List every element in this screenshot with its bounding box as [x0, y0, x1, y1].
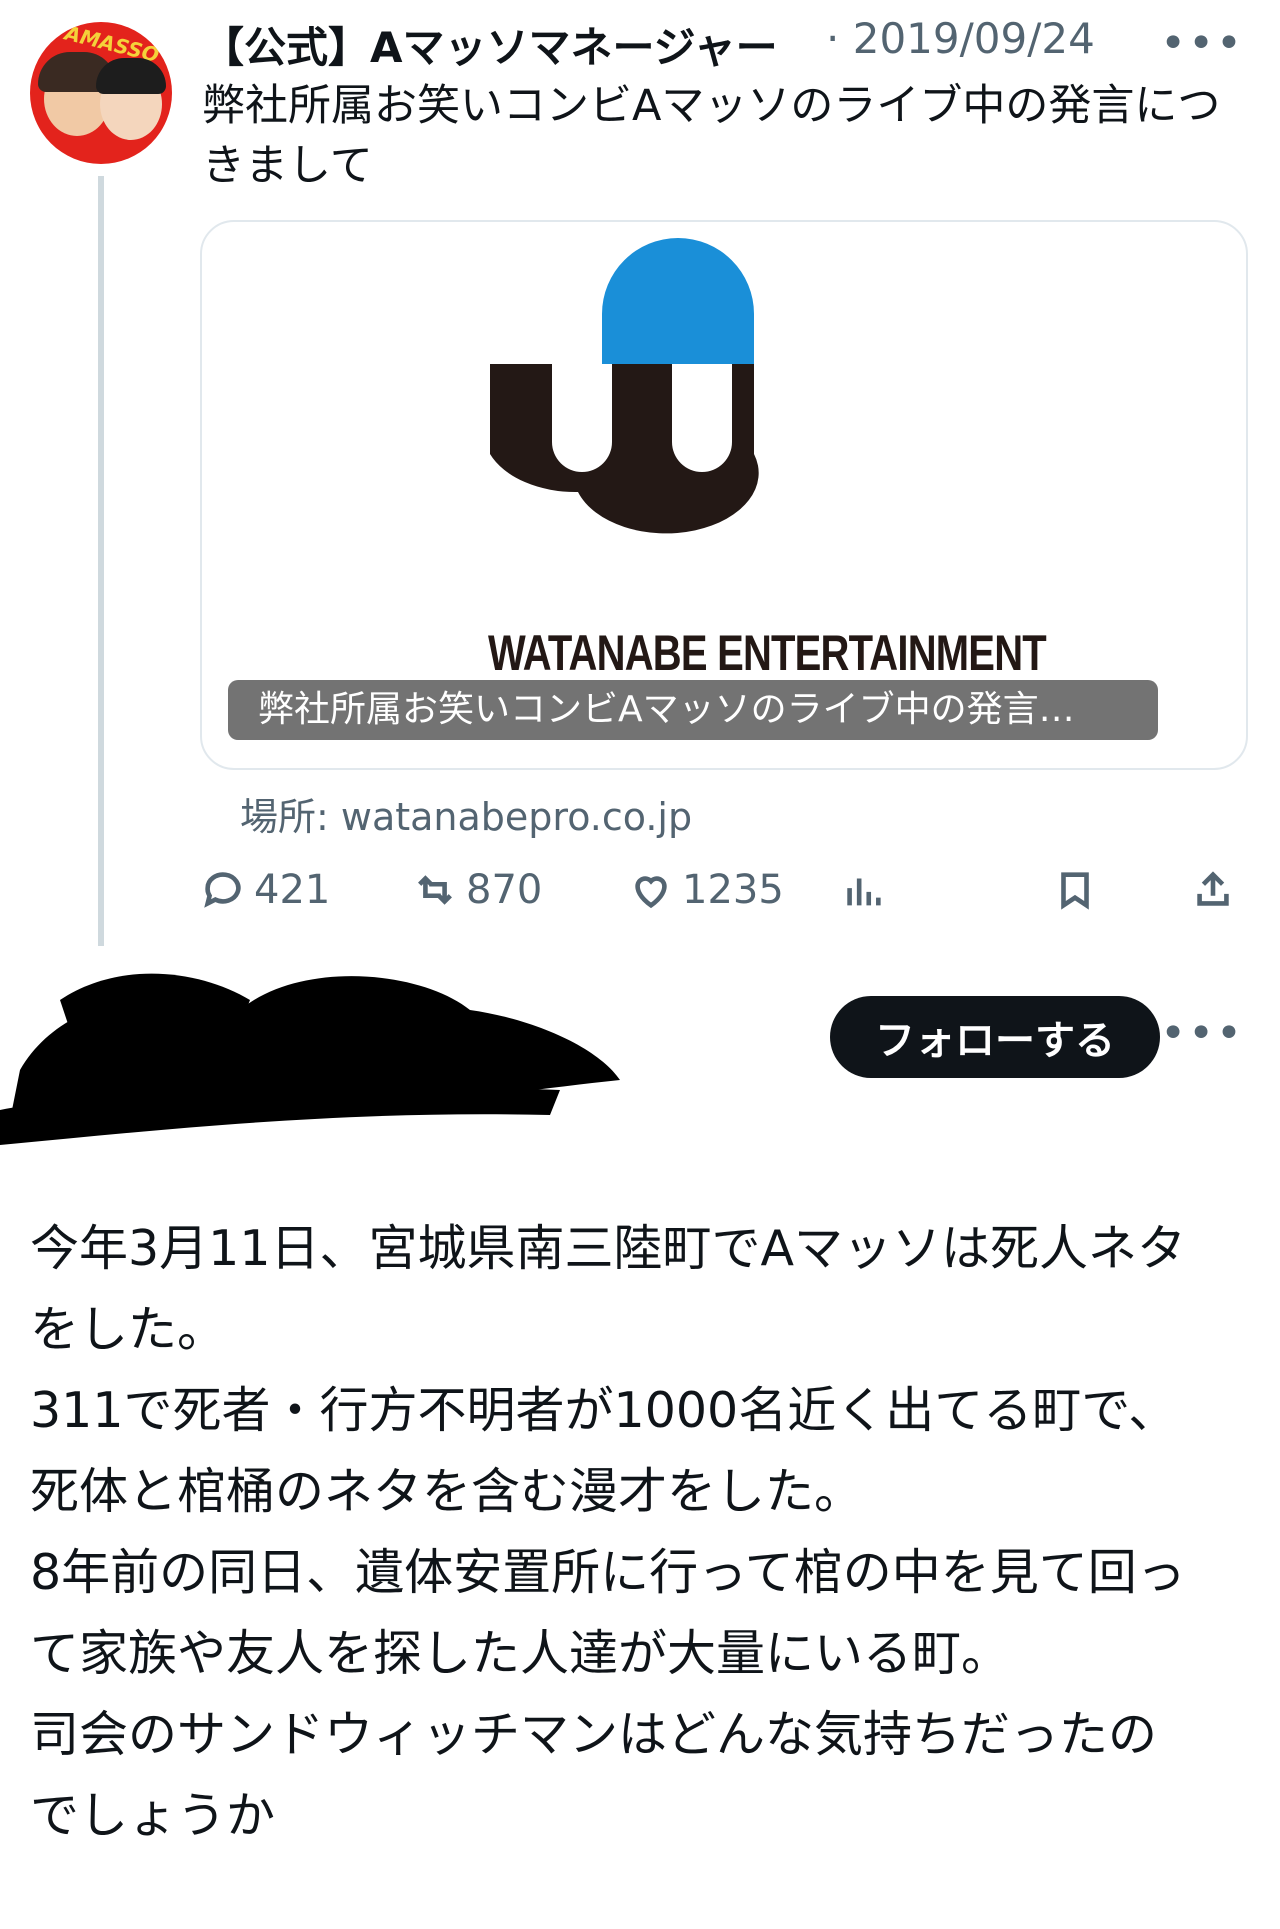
- reply-count: 421: [254, 867, 331, 913]
- author-name[interactable]: 【公式】Aマッソマネージャー: [202, 14, 778, 75]
- link-card[interactable]: WATANABE ENTERTAINMENT 弊社所属お笑いコンビAマッソのライ…: [200, 220, 1248, 770]
- meta-separator: ·: [826, 14, 840, 63]
- reply-button[interactable]: 421: [200, 858, 330, 922]
- card-wordmark: WATANABE ENTERTAINMENT: [488, 625, 1047, 681]
- bookmark-icon: [1061, 872, 1089, 910]
- reply-icon: [204, 872, 241, 908]
- more-icon[interactable]: •••: [1160, 22, 1244, 66]
- card-caption: 弊社所属お笑いコンビAマッソのライブ中の発言…: [228, 680, 1158, 740]
- redacted-username: [0, 973, 620, 1145]
- reply-line: 今年3月11日、宮城県南三陸町でAマッソは死人ネタ: [30, 1220, 1187, 1277]
- like-count: 1235: [682, 867, 784, 913]
- reply-line: 死体と棺桶のネタを含む漫才をした。: [30, 1463, 864, 1520]
- post-text: 弊社所属お笑いコンビAマッソのライブ中の発言につきまして: [202, 81, 1221, 191]
- views-icon: [847, 878, 881, 906]
- reply-line: て家族や友人を探した人達が大量にいる町。: [30, 1625, 1011, 1682]
- reply-line: をした。: [30, 1301, 227, 1358]
- share-button[interactable]: [1190, 858, 1236, 922]
- retweet-count: 870: [466, 867, 543, 913]
- share-icon: [1197, 871, 1229, 906]
- reply-text: 今年3月11日、宮城県南三陸町でAマッソは死人ネタ をした。 311で死者・行方…: [30, 1208, 1260, 1856]
- action-bar: 421 870 1235: [200, 858, 1250, 922]
- like-button[interactable]: 1235: [628, 858, 784, 922]
- follow-button[interactable]: フォローする: [830, 996, 1160, 1078]
- bookmark-button[interactable]: [1052, 858, 1098, 922]
- like-icon: [635, 876, 667, 909]
- retweet-icon: [418, 875, 452, 905]
- avatar[interactable]: AMASSO: [30, 22, 172, 164]
- more-icon[interactable]: •••: [1160, 1012, 1244, 1056]
- reply-line: 司会のサンドウィッチマンはどんな気持ちだったの: [30, 1706, 1158, 1763]
- thread-line: [98, 176, 104, 946]
- views-button[interactable]: [840, 858, 886, 922]
- post-date[interactable]: 2019/09/24: [853, 14, 1095, 63]
- reply-line: 8年前の同日、遺体安置所に行って棺の中を見て回っ: [30, 1544, 1186, 1601]
- retweet-button[interactable]: 870: [412, 858, 542, 922]
- post-meta: · 2019/09/24: [826, 14, 1095, 63]
- reply-line: 311で死者・行方不明者が1000名近く出てる町で、: [30, 1382, 1178, 1439]
- reply-line: でしょうか: [30, 1787, 276, 1844]
- card-source[interactable]: 場所: watanabepro.co.jp: [240, 786, 692, 841]
- watanabe-logo: [490, 238, 759, 534]
